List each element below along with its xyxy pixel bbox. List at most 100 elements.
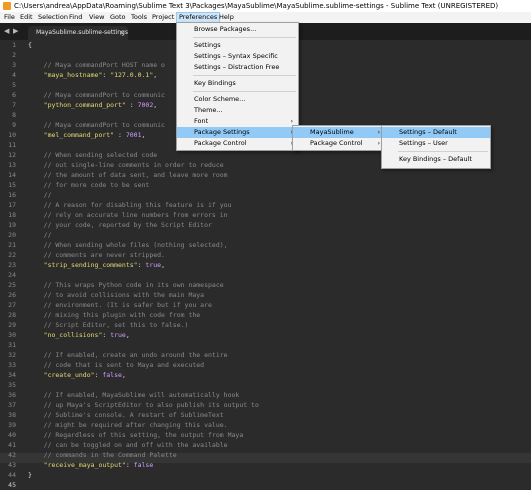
menu-item-settings-distraction-free[interactable]: Settings – Distraction Free [177,62,298,73]
menu-item-settings[interactable]: Settings [177,40,298,51]
line-number-gutter: 1 2 3 4 5 6 7 8 9 10 11 12 13 14 15 16 1… [0,40,20,489]
tab-nav-right-icon[interactable]: ▶ [13,26,18,36]
menu-item-settings-syntax[interactable]: Settings – Syntax Specific [177,51,298,62]
comma: , [125,331,130,339]
line-number: 8 [12,111,16,119]
colon: : [102,331,111,339]
comma: , [161,261,165,269]
code-line: "create_undo": false, [28,370,126,380]
setting-key: "strip_sending_comments" [28,261,138,269]
line-number: 2 [12,51,16,59]
menu-item-browse-packages[interactable]: Browse Packages... [177,24,298,35]
menu-item-mayasublime[interactable]: MayaSublime › [293,127,385,138]
tab-nav-left-icon[interactable]: ◀ [4,26,9,36]
menu-item-key-bindings[interactable]: Key Bindings [177,78,298,89]
menu-edit[interactable]: Edit [18,12,35,23]
line-number: 5 [12,81,16,89]
colon: : [125,461,134,469]
tab-mayasublime-settings[interactable]: MayaSublime.sublime-settings × [28,26,128,40]
window-title: C:\Users\andrea\AppData\Roaming\Sublime … [14,2,499,10]
menu-view[interactable]: View [87,12,106,23]
menu-separator [193,37,296,38]
code-comment: // Maya commandPort to communic [28,91,165,99]
line-number: 10 [8,131,16,139]
code-comment: // for more code to be sent [28,181,150,189]
setting-value: false [102,371,122,379]
menu-item-theme[interactable]: Theme... [177,105,298,116]
setting-key: "no_collisions" [28,331,103,339]
line-number: 1 [12,41,16,49]
menu-item-settings-default[interactable]: Settings – Default [382,127,490,138]
code-comment: // code that is sent to Maya and execute… [28,361,205,369]
line-number: 31 [8,341,16,349]
menu-item-key-bindings-default[interactable]: Key Bindings – Default [382,154,490,165]
code-line: "no_collisions": true, [28,330,130,340]
code-comment: // mixing this plugin with code from the [28,311,201,319]
code-line: "mel_command_port" : 7001, [28,130,146,140]
line-number: 21 [8,241,16,249]
line-number: 41 [8,441,16,449]
menu-item-color-scheme[interactable]: Color Scheme... [177,94,298,105]
line-number: 27 [8,301,16,309]
setting-value: 7001 [125,131,142,139]
close-icon[interactable]: × [119,26,125,40]
code-line: "receive_maya_output": false [28,460,154,470]
line-number: 3 [12,61,16,69]
line-number: 26 [8,291,16,299]
setting-value: true [110,331,126,339]
setting-key: "receive_maya_output" [28,461,126,469]
code-line: { [28,41,32,49]
code-comment: // Regardless of this setting, the outpu… [28,431,244,439]
line-number: 13 [8,161,16,169]
line-number: 15 [8,181,16,189]
menu-separator [398,151,488,152]
colon: : [125,101,138,109]
setting-key: "create_undo" [28,371,95,379]
line-number: 23 [8,261,16,269]
menu-goto[interactable]: Goto [108,12,128,23]
line-number: 18 [8,211,16,219]
code-comment: // Maya commandPort HOST name o [28,61,165,69]
line-number: 19 [8,221,16,229]
line-number: 35 [8,381,16,389]
setting-value: true [145,261,162,269]
line-number: 9 [12,121,16,129]
line-number: 24 [8,271,16,279]
menu-item-font[interactable]: Font › [177,116,298,127]
menu-item-settings-user[interactable]: Settings – User [382,138,490,149]
menu-find[interactable]: Find [67,12,84,23]
chevron-right-icon: › [377,140,380,147]
line-number: 32 [8,351,16,359]
menu-item-package-settings[interactable]: Package Settings› [177,127,298,138]
code-comment: // When sending selected code [28,151,158,159]
mayasublime-submenu: Settings – Default Settings – User Key B… [381,125,491,169]
comma: , [141,131,146,139]
code-comment: // the amount of data sent, and leave mo… [28,171,228,179]
code-comment: // up Maya's ScriptEditor to also publis… [28,401,259,409]
code-comment: // Sublime's console. A restart of Subli… [28,411,224,419]
menu-item-package-control-settings[interactable]: Package Control › [293,138,385,149]
comma: , [153,101,158,109]
line-number: 22 [8,251,16,259]
code-comment: // your code, reported by the Script Edi… [28,221,212,229]
menu-item-package-control[interactable]: Package Control› [177,138,298,149]
line-number: 6 [12,91,16,99]
line-number: 42 [8,451,16,459]
tab-label: MayaSublime.sublime-settings [36,29,128,36]
setting-value: 7002 [137,101,154,109]
line-number: 11 [8,141,16,149]
setting-value: "127.0.0.1" [110,71,154,79]
menu-separator [193,91,296,92]
menu-selection[interactable]: Selection [36,12,70,23]
menu-file[interactable]: File [2,12,17,23]
code-comment: // might be required after changing this… [28,421,228,429]
line-number: 36 [8,391,16,399]
line-number: 43 [8,461,16,469]
menu-tools[interactable]: Tools [129,12,149,23]
line-number: 45 [8,481,16,489]
colon: : [102,71,111,79]
line-number: 28 [8,311,16,319]
menu-project[interactable]: Project [150,12,176,23]
code-comment: // commands in the Command Palette [28,451,177,459]
code-line: } [28,471,32,479]
